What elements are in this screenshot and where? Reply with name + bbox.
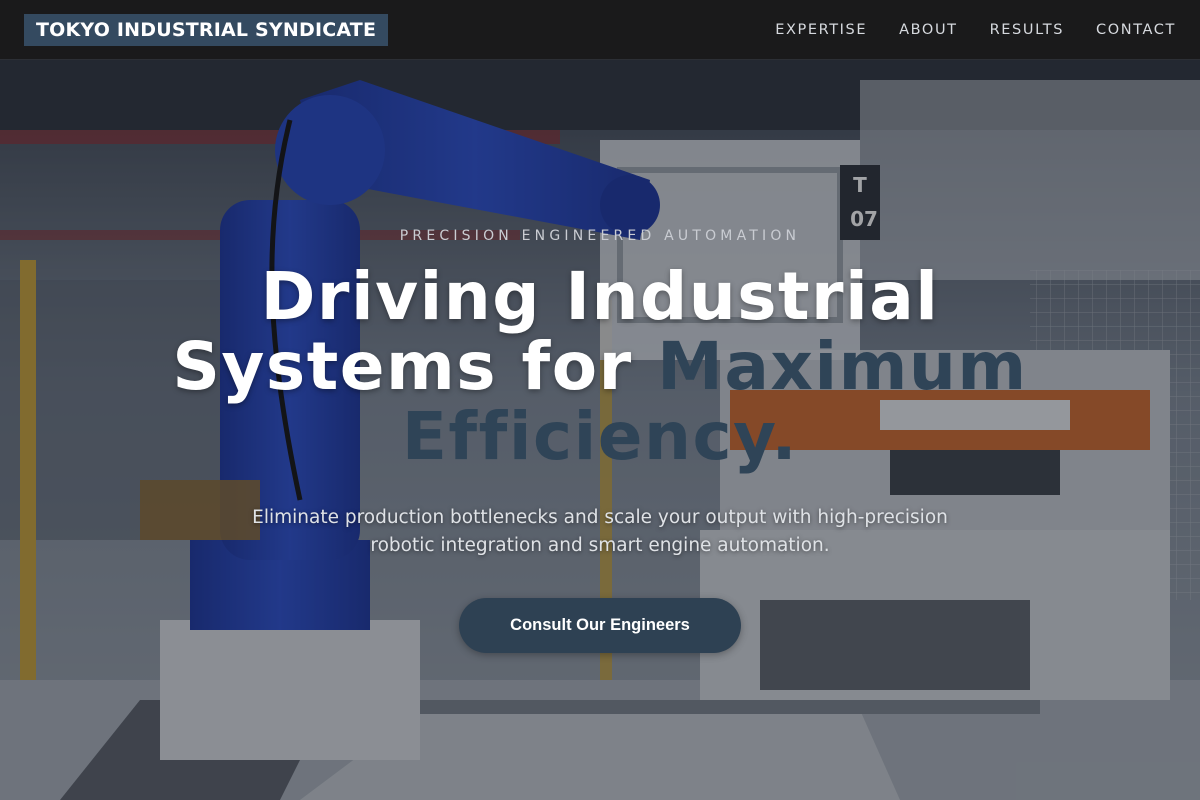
top-nav: TOKYO INDUSTRIAL SYNDICATE EXPERTISE ABO… [0,0,1200,60]
consult-engineers-button[interactable]: Consult Our Engineers [459,598,741,653]
hero-subtitle: Eliminate production bottlenecks and sca… [252,507,948,556]
brand-logo[interactable]: TOKYO INDUSTRIAL SYNDICATE [24,14,389,46]
nav-link-about[interactable]: ABOUT [899,22,958,38]
hero-headline: Driving Industrial Systems for Maximum E… [100,262,1100,472]
nav-link-expertise[interactable]: EXPERTISE [775,22,867,38]
hero-eyebrow: PRECISION ENGINEERED AUTOMATION [399,228,801,244]
nav-link-contact[interactable]: CONTACT [1096,22,1176,38]
nav-links: EXPERTISE ABOUT RESULTS CONTACT [775,0,1176,60]
nav-link-results[interactable]: RESULTS [990,22,1064,38]
